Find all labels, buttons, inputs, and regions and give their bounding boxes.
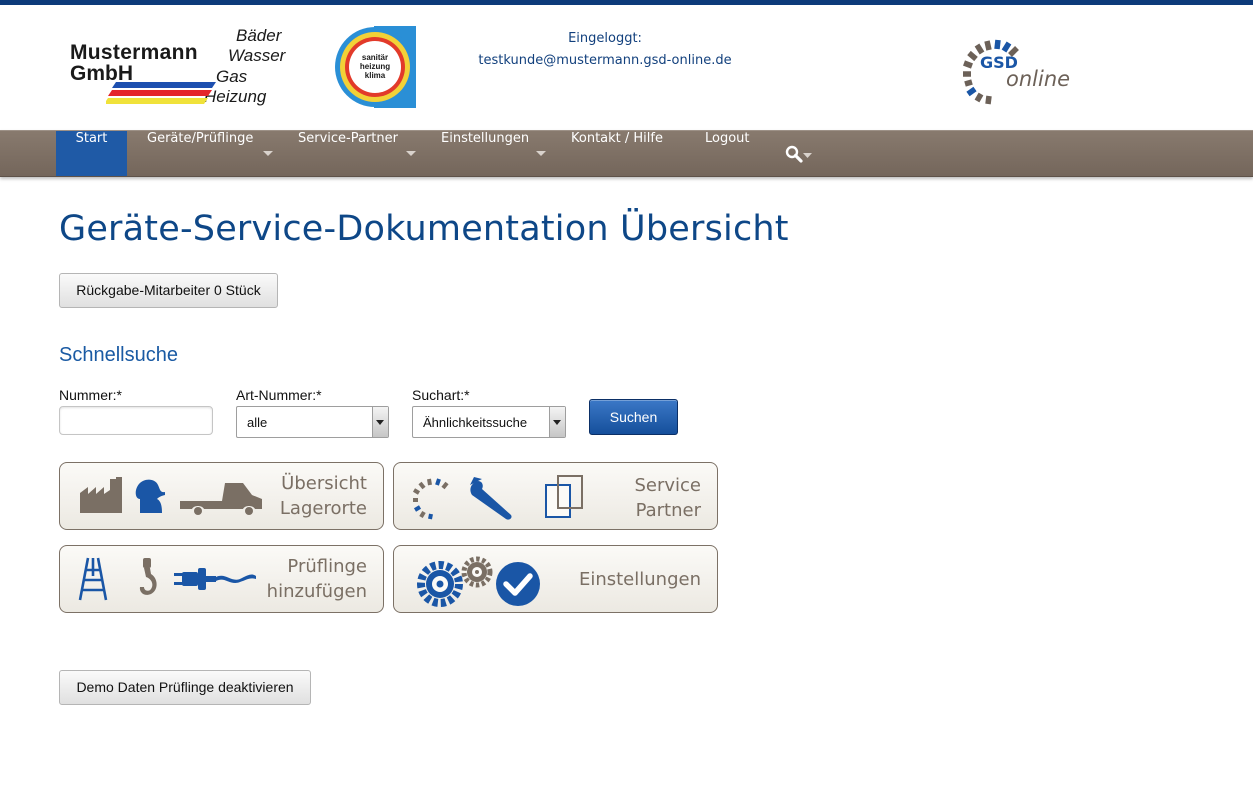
documents-icon	[545, 475, 583, 518]
tile-prueflinge-hinzufuegen[interactable]: Prüflinge hinzufügen	[59, 545, 384, 613]
tile-label-line1: Service	[634, 475, 701, 496]
suchart-select[interactable]: Ähnlichkeitssuche	[412, 406, 566, 438]
gear-icon	[417, 561, 463, 607]
gsd-ring-icon	[412, 478, 449, 520]
company-logo: Mustermann GmbH Bäder Wasser Gas Heizung	[66, 24, 296, 110]
sanitaer-seal-logo: sanitär heizung klima	[334, 26, 416, 108]
tile-label-line1: Übersicht	[281, 473, 367, 494]
factory-icon	[80, 477, 122, 513]
nav-item-kontakt[interactable]: Kontakt / Hilfe	[571, 131, 663, 176]
nav-item-geraete[interactable]: Geräte/Prüflinge	[147, 131, 283, 176]
seal-text-1: sanitär	[362, 53, 388, 62]
nav-item-start[interactable]: Start	[56, 131, 127, 176]
checkmark-circle-icon	[496, 562, 540, 606]
nav-item-geraete-label: Geräte/Prüflinge	[147, 131, 254, 146]
tile-service-partner-label: Service Partner	[634, 473, 701, 523]
quicksearch-title: Schnellsuche	[59, 344, 178, 366]
tile-prueflinge-hinzufuegen-label: Prüflinge hinzufügen	[267, 554, 367, 604]
top-accent-line	[0, 0, 1253, 5]
nav-item-einstellungen-label: Einstellungen	[441, 131, 530, 146]
tile-einstellungen-label: Einstellungen	[579, 567, 701, 592]
login-email: testkunde@mustermann.gsd-online.de	[478, 53, 732, 68]
trade-wasser: Wasser	[228, 46, 286, 65]
seal-text-2: heizung	[360, 62, 390, 71]
artnummer-select-value: alle	[247, 415, 268, 430]
gsd-online-logo: GSD online	[963, 39, 1070, 105]
nav-item-einstellungen[interactable]: Einstellungen	[441, 131, 549, 176]
nummer-input[interactable]	[59, 406, 213, 435]
demo-daten-deaktivieren-button[interactable]: Demo Daten Prüflinge deaktivieren	[59, 670, 311, 705]
worker-icon	[135, 479, 165, 513]
artnummer-label: Art-Nummer:*	[236, 387, 322, 403]
hook-icon	[139, 558, 157, 595]
nav-item-service-partner-label: Service-Partner	[298, 131, 398, 146]
gsd-logo-online-text: online	[1006, 67, 1070, 91]
nummer-label: Nummer:*	[59, 387, 123, 403]
plug-icon	[174, 568, 256, 590]
nav-item-logout[interactable]: Logout	[705, 131, 750, 176]
trade-baeder: Bäder	[236, 26, 282, 45]
wrench-icon	[470, 477, 512, 520]
tile-label-line1: Einstellungen	[578, 569, 701, 590]
tile-label-line2: Lagerorte	[279, 498, 367, 519]
seal-text-3: klima	[365, 71, 386, 80]
logo-stripes	[106, 82, 216, 104]
tile-label-line1: Prüflinge	[287, 556, 367, 577]
suchart-select-value: Ähnlichkeitssuche	[423, 415, 528, 430]
tile-service-partner[interactable]: Service Partner	[393, 462, 718, 530]
tile-einstellungen[interactable]: Einstellungen	[393, 545, 718, 613]
gear-small-icon	[461, 556, 493, 588]
login-info: Eingeloggt: testkunde@mustermann.gsd-onl…	[470, 28, 740, 72]
artnummer-select[interactable]: alle	[236, 406, 389, 438]
chevron-down-icon	[406, 151, 416, 156]
nav-item-service-partner[interactable]: Service-Partner	[298, 131, 418, 176]
tile-uebersicht-lagerorte[interactable]: Übersicht Lagerorte	[59, 462, 384, 530]
tile-label-line2: hinzufügen	[266, 581, 367, 602]
suchart-label: Suchart:*	[412, 387, 470, 403]
login-label: Eingeloggt:	[568, 31, 642, 46]
chevron-down-icon[interactable]	[372, 407, 388, 437]
rueckgabe-mitarbeiter-button[interactable]: Rückgabe-Mitarbeiter 0 Stück	[59, 273, 278, 308]
chevron-down-icon	[263, 151, 273, 156]
suchen-button[interactable]: Suchen	[589, 399, 678, 435]
page-title: Geräte-Service-Dokumentation Übersicht	[59, 209, 789, 249]
ladder-icon	[78, 557, 108, 601]
chevron-down-icon	[536, 151, 546, 156]
chevron-down-icon[interactable]	[549, 407, 565, 437]
truck-icon	[180, 483, 262, 515]
tile-label-line2: Partner	[635, 500, 701, 521]
chevron-down-icon	[803, 153, 812, 158]
main-navbar: Start Geräte/Prüflinge Service-Partner E…	[0, 130, 1253, 177]
search-icon[interactable]	[785, 145, 817, 163]
tile-uebersicht-lagerorte-label: Übersicht Lagerorte	[280, 471, 367, 521]
